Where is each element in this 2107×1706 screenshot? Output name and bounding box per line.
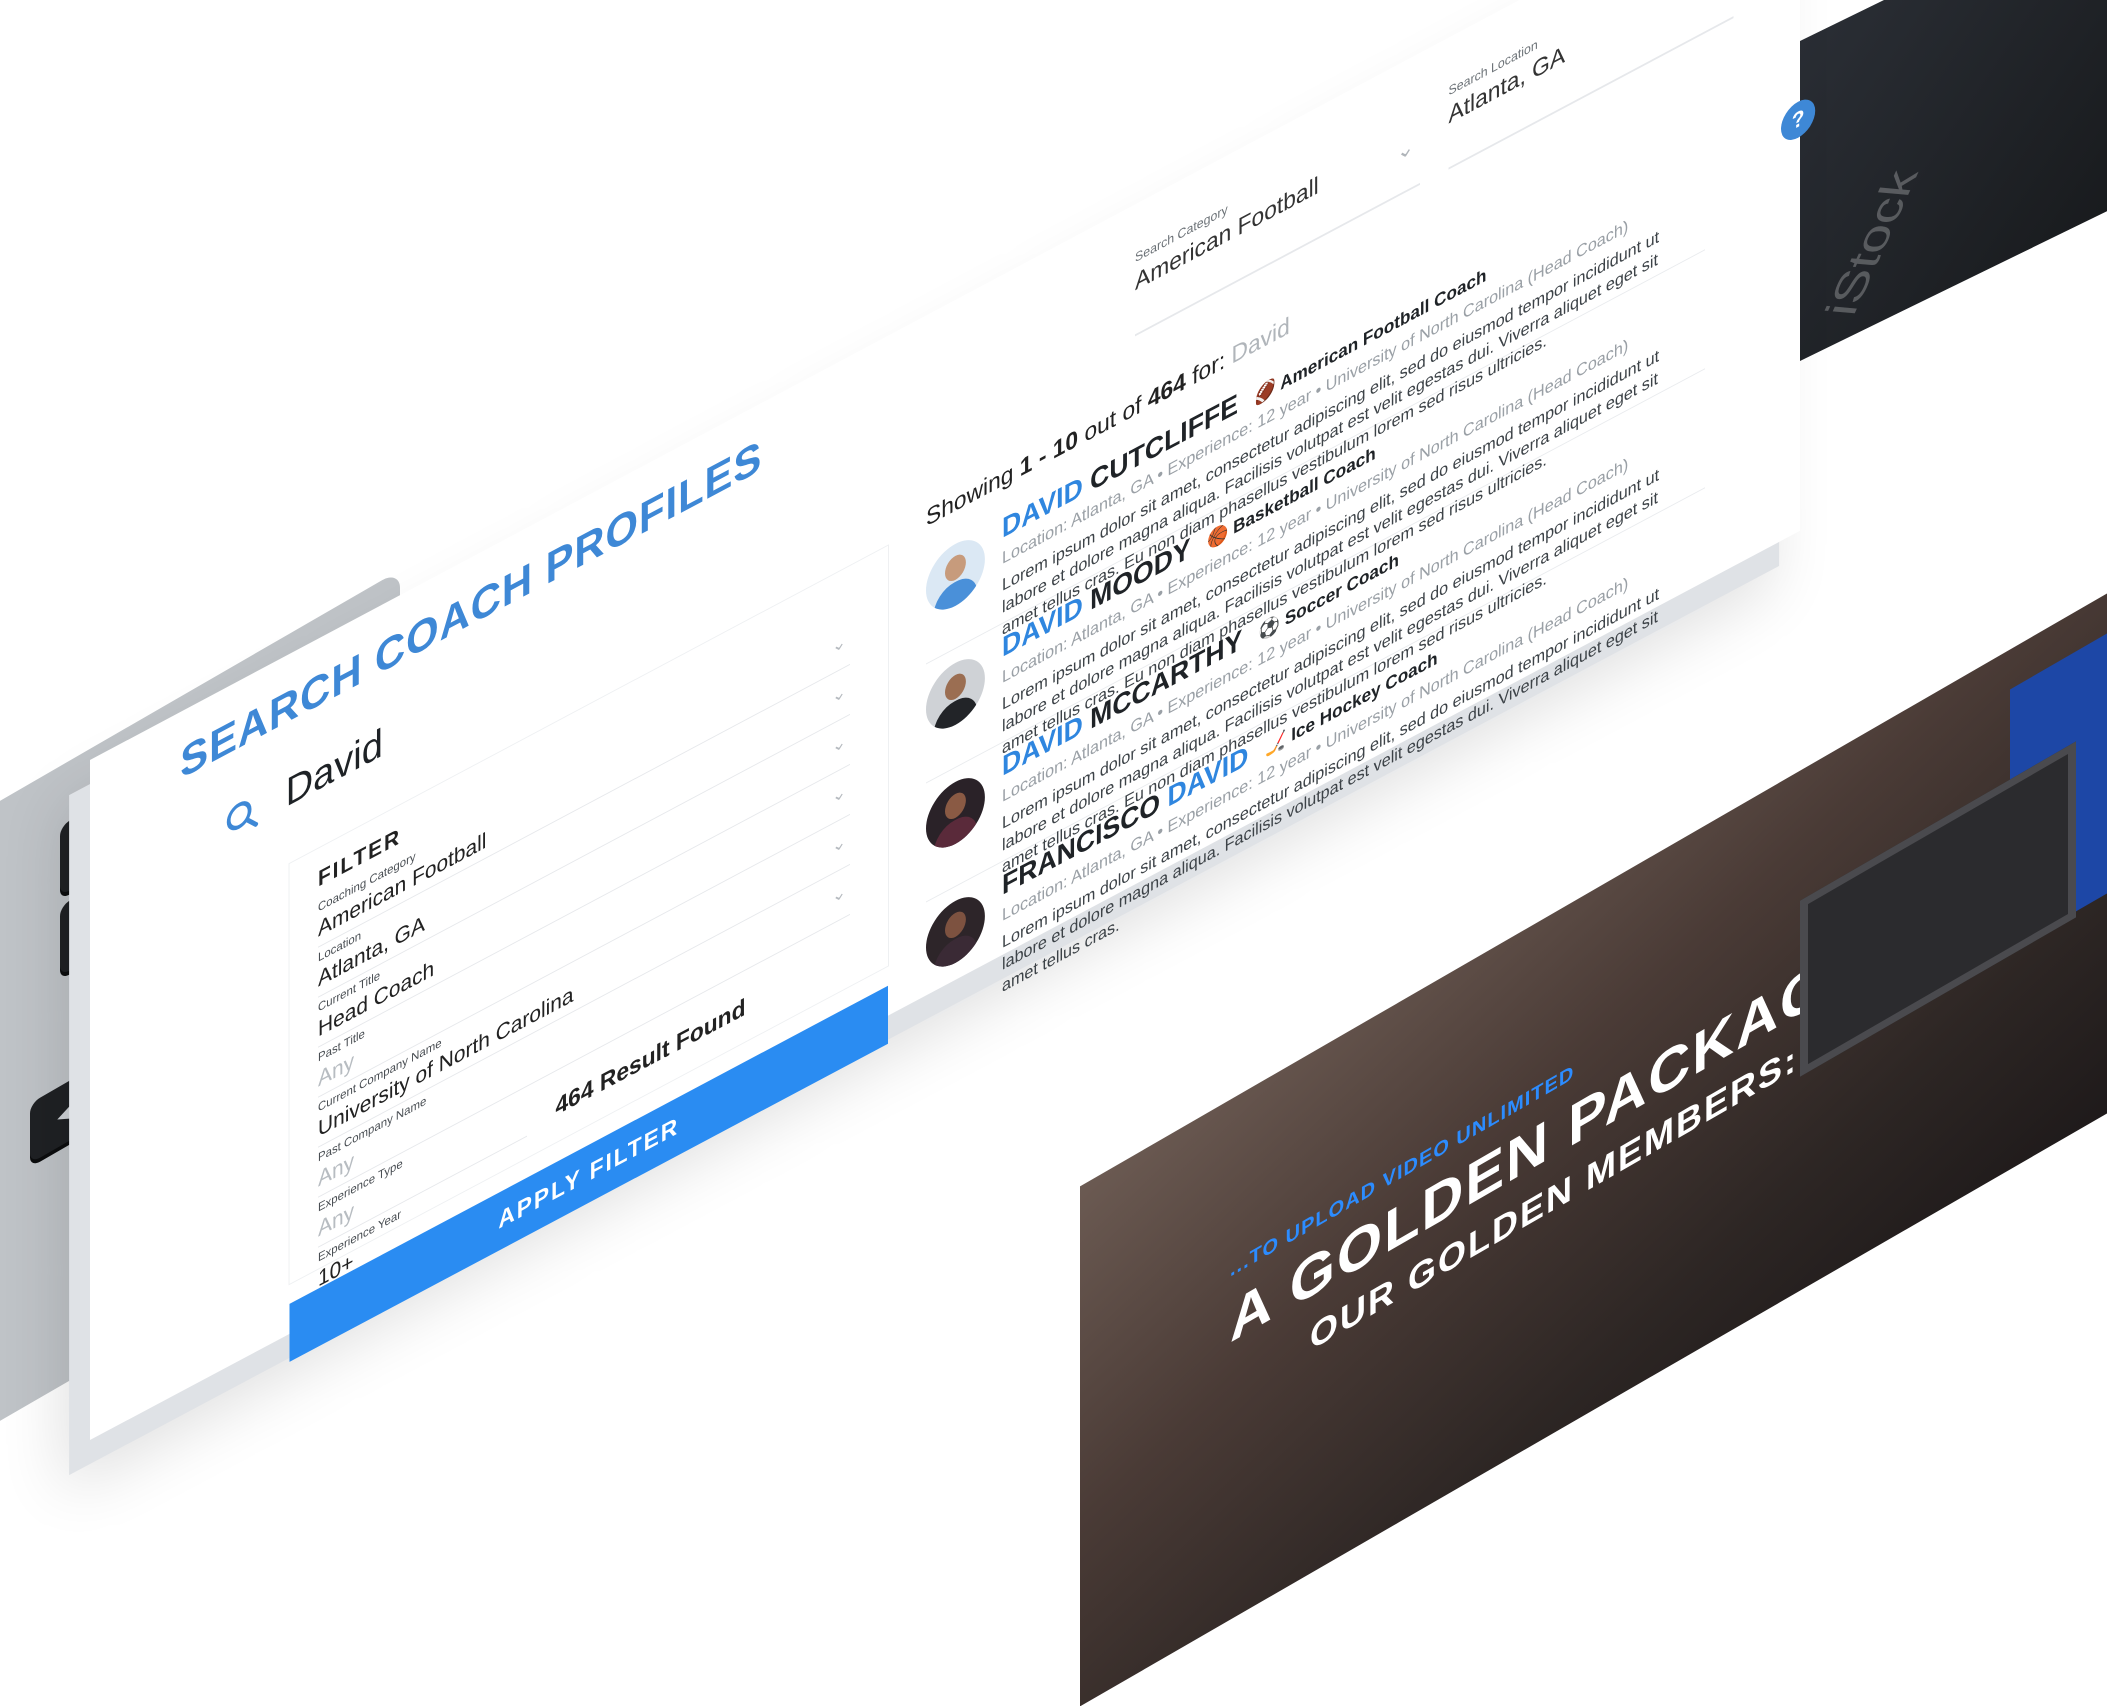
search-input[interactable]: David bbox=[286, 720, 383, 817]
search-category-select[interactable]: Search Category American Football ⌄ bbox=[1135, 99, 1420, 337]
avatar bbox=[926, 766, 985, 859]
avatar bbox=[926, 528, 985, 621]
background-dark-card: WE iStock bbox=[1767, 0, 2107, 377]
summary-for: for: bbox=[1192, 346, 1225, 391]
avatar bbox=[926, 647, 985, 740]
search-category-label: Search Category bbox=[1135, 99, 1420, 266]
avatar bbox=[926, 885, 985, 978]
search-icon bbox=[223, 787, 261, 847]
promo-laptop-image bbox=[1800, 741, 2076, 1076]
watermark: iStock bbox=[1816, 168, 1929, 317]
results-list: DAVID CUTCLIFFE 🏈 American Football Coac… bbox=[926, 131, 1705, 1021]
search-category-value: American Football bbox=[1135, 118, 1420, 298]
summary-total: 464 bbox=[1148, 367, 1186, 414]
promo-headline: A GOLDEN PACKAGE bbox=[1230, 922, 1868, 1357]
